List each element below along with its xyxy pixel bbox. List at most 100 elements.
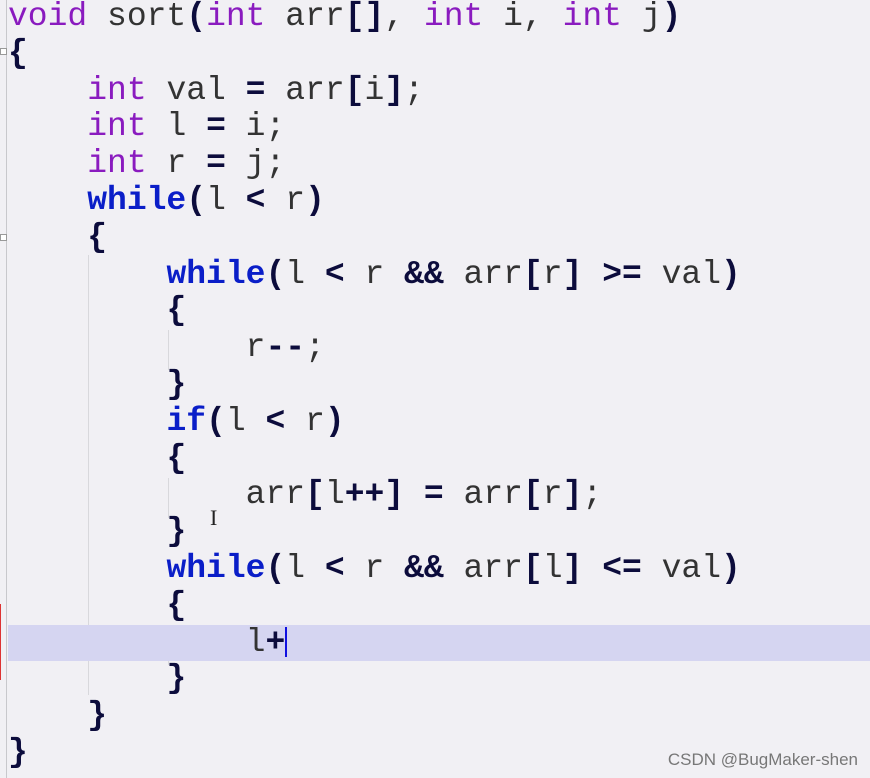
- code-token: int: [87, 108, 147, 146]
- code-line[interactable]: {: [8, 292, 870, 330]
- code-token: j;: [225, 145, 286, 183]
- code-token: r: [265, 181, 306, 219]
- code-line[interactable]: r--;: [8, 329, 870, 367]
- code-token: while: [166, 549, 266, 587]
- code-token: --: [265, 329, 306, 367]
- code-token: int: [87, 71, 147, 109]
- code-token: ): [324, 402, 345, 440]
- code-token: }: [87, 697, 108, 735]
- code-token: if: [166, 402, 207, 440]
- code-token: r: [344, 549, 405, 587]
- code-token: r: [8, 329, 266, 367]
- code-token: (: [186, 181, 207, 219]
- code-token: }: [166, 660, 187, 698]
- code-editor[interactable]: void sort(int arr[], int i, int j){ int …: [8, 0, 870, 772]
- fold-toggle-icon[interactable]: [0, 234, 7, 241]
- code-line[interactable]: int r = j;: [8, 145, 870, 183]
- code-token: (: [265, 255, 286, 293]
- code-token: }: [8, 733, 28, 771]
- code-token: sort: [87, 0, 187, 35]
- code-token: r: [542, 476, 563, 514]
- code-token: ;: [582, 476, 603, 514]
- code-token: void: [8, 0, 88, 35]
- code-token: <: [324, 549, 345, 587]
- code-token: ]: [562, 255, 583, 293]
- code-token: val: [641, 255, 722, 293]
- code-token: =: [206, 108, 226, 146]
- code-line[interactable]: while(l < r && arr[r] >= val): [8, 255, 870, 294]
- code-token: val: [641, 549, 722, 587]
- code-token: {: [166, 292, 187, 330]
- change-marker: [0, 604, 4, 680]
- code-token: i: [364, 71, 385, 109]
- code-line[interactable]: int val = arr[i];: [8, 71, 870, 110]
- code-token: }: [166, 513, 187, 551]
- code-token: int: [206, 0, 266, 35]
- code-token: int: [87, 145, 147, 183]
- code-token: [: [522, 549, 543, 587]
- code-token: ,: [384, 0, 424, 35]
- code-token: >=: [602, 255, 642, 293]
- code-line[interactable]: {: [8, 440, 870, 478]
- code-line[interactable]: }: [8, 366, 870, 404]
- code-line-current[interactable]: l+: [8, 623, 870, 662]
- code-token: ): [721, 255, 741, 293]
- code-token: ;: [305, 329, 325, 367]
- code-token: r: [542, 255, 563, 293]
- code-line[interactable]: arr[l++] = arr[r];: [8, 476, 870, 514]
- code-token: arr: [265, 0, 345, 35]
- mouse-ibeam-cursor: I: [210, 505, 218, 530]
- code-line[interactable]: int l = i;: [8, 108, 870, 146]
- code-token: [: [344, 71, 365, 109]
- code-line[interactable]: while(l < r && arr[l] <= val): [8, 549, 870, 588]
- code-token: ]: [384, 71, 405, 109]
- code-token: while: [166, 255, 266, 293]
- code-token: l: [8, 623, 266, 661]
- code-line[interactable]: {: [8, 586, 870, 625]
- code-token: ++]: [344, 476, 405, 514]
- code-token: =: [423, 476, 444, 514]
- code-token: <: [265, 402, 286, 440]
- fold-toggle-icon[interactable]: [0, 48, 7, 55]
- code-token: l: [285, 549, 325, 587]
- text-caret: [285, 626, 287, 657]
- code-token: l: [146, 108, 207, 146]
- code-token: ]: [562, 549, 583, 587]
- code-line[interactable]: void sort(int arr[], int i, int j): [8, 0, 870, 36]
- code-line[interactable]: while(l < r): [8, 181, 870, 220]
- code-token: <: [245, 181, 266, 219]
- code-line[interactable]: {: [8, 34, 870, 73]
- code-token: i;: [225, 108, 286, 146]
- code-token: {: [8, 34, 28, 72]
- code-token: {: [166, 586, 187, 624]
- code-token: int: [562, 0, 622, 35]
- code-line[interactable]: }: [8, 660, 870, 698]
- code-token: j: [621, 0, 662, 35]
- code-token: ]: [562, 476, 583, 514]
- code-token: l: [206, 181, 246, 219]
- code-token: (: [265, 549, 286, 587]
- code-line[interactable]: if(l < r): [8, 402, 870, 441]
- code-line[interactable]: }: [8, 697, 870, 735]
- code-token: <=: [602, 549, 642, 587]
- code-token: &&: [404, 255, 444, 293]
- code-token: arr: [443, 549, 523, 587]
- code-line[interactable]: }: [8, 513, 870, 551]
- code-token: ): [661, 0, 682, 35]
- code-token: [: [305, 476, 325, 514]
- code-line[interactable]: {: [8, 219, 870, 257]
- code-token: [: [522, 476, 543, 514]
